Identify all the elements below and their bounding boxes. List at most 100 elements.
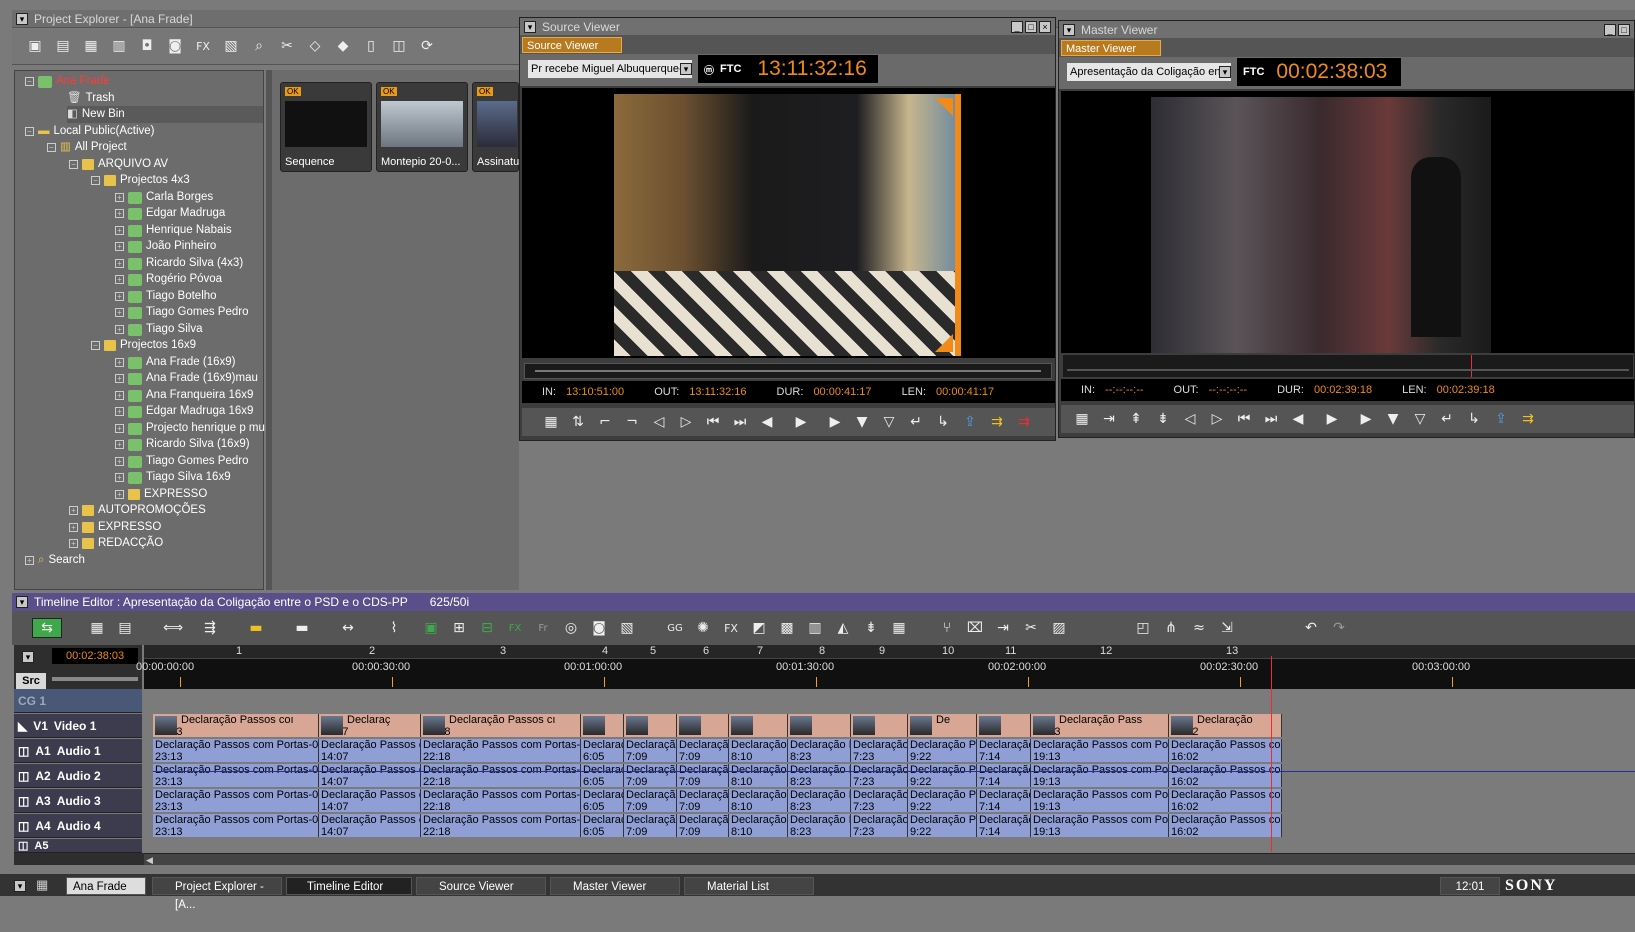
audio-clip[interactable]: Declaração Passos c 14:07 xyxy=(319,764,421,787)
color-icon[interactable]: ✺ xyxy=(690,616,716,640)
audio-clip[interactable]: Declaração Passos com 16:02 xyxy=(1169,814,1282,837)
play-icon[interactable]: ▶ xyxy=(1312,407,1352,431)
segment-marker[interactable]: 2 xyxy=(369,645,375,657)
effects-icon[interactable]: FX xyxy=(718,616,744,640)
mosaic-icon[interactable]: ▩ xyxy=(774,616,800,640)
video-clip[interactable]: Declaração16:02 xyxy=(1169,714,1282,737)
minimize-icon[interactable]: _ xyxy=(1604,23,1616,36)
video-clip[interactable] xyxy=(851,714,908,737)
tree-item-project[interactable]: + Edgar Madruga 16x9 xyxy=(115,403,253,420)
splice-icon[interactable]: ⇉ xyxy=(984,410,1010,434)
audio-level-icon[interactable]: ≈ xyxy=(1186,616,1212,640)
expand-icon[interactable]: + xyxy=(69,506,78,515)
audio-clip[interactable]: Declaração f 8:10 xyxy=(729,764,788,787)
audio-clip[interactable]: Declaração Passos c 14:07 xyxy=(319,814,421,837)
audio-clip[interactable]: Declaração P 8:23 xyxy=(788,814,851,837)
taskbar-user[interactable]: Ana Frade xyxy=(66,877,146,895)
taskbar-item[interactable]: Project Explorer - [A... xyxy=(152,877,282,911)
audio-clip[interactable]: Declaração Passos com Portas-00 22:18 xyxy=(421,764,581,787)
keypad-icon[interactable]: ▦ xyxy=(84,616,110,640)
step-back-icon[interactable]: ◀ xyxy=(1285,407,1311,431)
audio-clip[interactable]: Declaração 7:14 xyxy=(977,739,1031,762)
audio-clip[interactable]: Declaração Passos com Portas-00 22:18 xyxy=(421,739,581,762)
expand-icon[interactable]: + xyxy=(115,242,124,251)
tree-item-project[interactable]: + Tiago Silva 16x9 xyxy=(115,469,231,486)
audio-clip[interactable]: Declaração7:09 xyxy=(624,789,677,812)
export-icon[interactable]: ⇲ xyxy=(1214,616,1240,640)
video-clip[interactable]: Declaração Passos cı22:18 xyxy=(421,714,581,737)
waveform-icon[interactable]: ⋔ xyxy=(1158,616,1184,640)
search-icon[interactable]: ⌕ xyxy=(246,34,272,58)
expand-icon[interactable]: + xyxy=(69,523,78,532)
video-clip[interactable] xyxy=(788,714,851,737)
paste-icon[interactable]: ◆ xyxy=(330,34,356,58)
taskbar-item[interactable]: Source Viewer xyxy=(416,877,546,895)
clear-mark-icon[interactable]: ▽ xyxy=(876,410,902,434)
frame-icon[interactable]: Fr xyxy=(530,616,556,640)
audio-clip[interactable]: Declaração Pa 9:22 xyxy=(908,764,977,787)
segment-marker[interactable]: 4 xyxy=(602,645,608,657)
audio-mixer-icon[interactable]: ◭ xyxy=(830,616,856,640)
fast-forward-icon[interactable]: ⏭ xyxy=(1258,407,1284,431)
fx-toggle-icon[interactable]: FX xyxy=(502,616,528,640)
expand-icon[interactable]: + xyxy=(115,275,124,284)
expand-icon[interactable]: + xyxy=(115,457,124,466)
audio-clip[interactable]: Declaração 7:23 xyxy=(851,814,908,837)
redo-icon[interactable]: ↷ xyxy=(1326,616,1352,640)
audio-clip[interactable]: Declaração Passos com Portas-000 23:13 xyxy=(153,764,319,787)
audio-clip[interactable]: Declaração f 8:10 xyxy=(729,739,788,762)
print-icon[interactable]: ▧ xyxy=(614,616,640,640)
tree-item-new-bin[interactable]: ◧ New Bin xyxy=(67,106,263,123)
video-clip[interactable] xyxy=(677,714,729,737)
bin-thumbnail[interactable]: OK Assinatu xyxy=(472,82,519,172)
tree-item-project[interactable]: + Projecto henrique p mu xyxy=(115,420,265,437)
tree-item-trash[interactable]: 🗑 Trash xyxy=(67,90,115,107)
tree-item-local-public[interactable]: − ▬ Local Public(Active) xyxy=(25,123,154,140)
video-clip[interactable] xyxy=(729,714,788,737)
segment-marker[interactable]: 7 xyxy=(757,645,763,657)
lift-in-icon[interactable]: ⇞ xyxy=(1123,407,1149,431)
grid-icon[interactable]: ▤ xyxy=(112,616,138,640)
expand-icon[interactable]: + xyxy=(115,407,124,416)
next-edit-icon[interactable]: ▷ xyxy=(1204,407,1230,431)
video-clip[interactable] xyxy=(624,714,677,737)
audio-clip[interactable]: Declaração f 8:10 xyxy=(729,814,788,837)
audio-clip[interactable]: Declaração Passos com 16:02 xyxy=(1169,764,1282,787)
audio-clip[interactable]: Declaração 7:14 xyxy=(977,789,1031,812)
track-header-a3[interactable]: ◫ A3 Audio 3 xyxy=(14,789,142,813)
collapse-icon[interactable]: ▾ xyxy=(22,651,34,663)
tree-item-project[interactable]: + João Pinheiro xyxy=(115,238,216,255)
audio-clip[interactable]: Declaração Passos com Portas-00 22:18 xyxy=(421,789,581,812)
new-sequence-icon[interactable]: ▦ xyxy=(78,34,104,58)
slip-icon[interactable]: ⟺ xyxy=(160,616,186,640)
audio-clip[interactable]: Declaração7:09 xyxy=(677,764,729,787)
window-menu-icon[interactable]: ▾ xyxy=(16,596,28,608)
monitor-icon[interactable]: ▦ xyxy=(886,616,912,640)
audio-clip[interactable]: Declaração P 8:23 xyxy=(788,789,851,812)
render-icon[interactable]: ◰ xyxy=(1130,616,1156,640)
tree-item-project[interactable]: + Ricardo Silva (16x9) xyxy=(115,436,250,453)
tree-item-folder[interactable]: + EXPRESSO xyxy=(69,519,161,536)
expand-icon[interactable]: + xyxy=(115,473,124,482)
timeline-playhead[interactable] xyxy=(1271,656,1272,852)
audio-clip[interactable]: Declaração Passos com Porta 19:13 xyxy=(1031,814,1169,837)
mark-in-icon[interactable]: ⌐ xyxy=(592,410,618,434)
system-icon[interactable]: ▦ xyxy=(36,877,48,893)
new-bin-icon[interactable]: ▤ xyxy=(50,34,76,58)
audio-clip[interactable]: Declaração Passos com Porta 19:13 xyxy=(1031,789,1169,812)
cut-icon[interactable]: ✂ xyxy=(274,34,300,58)
select-clip-icon[interactable]: ▬ xyxy=(234,616,278,640)
video-clip[interactable] xyxy=(977,714,1031,737)
expand-icon[interactable]: + xyxy=(115,325,124,334)
video-clip[interactable]: Declaraç14:07 xyxy=(319,714,421,737)
trim-mode-icon[interactable]: ⇆ xyxy=(32,618,62,638)
trash-icon[interactable]: ◫ xyxy=(386,34,412,58)
source-scrubber[interactable] xyxy=(524,363,1052,379)
tree-item-all-project[interactable]: − ▥ All Project xyxy=(47,139,127,156)
razor-icon[interactable]: ✂ xyxy=(1018,616,1044,640)
split-icon[interactable]: ⑂ xyxy=(934,616,960,640)
master-clip-select[interactable]: Apresentação da Coligação en xyxy=(1067,63,1231,81)
undo-icon[interactable]: ↶ xyxy=(1298,616,1324,640)
video-clip[interactable]: Declaração Passos coı23:13 xyxy=(153,714,319,737)
expand-icon[interactable]: + xyxy=(115,374,124,383)
